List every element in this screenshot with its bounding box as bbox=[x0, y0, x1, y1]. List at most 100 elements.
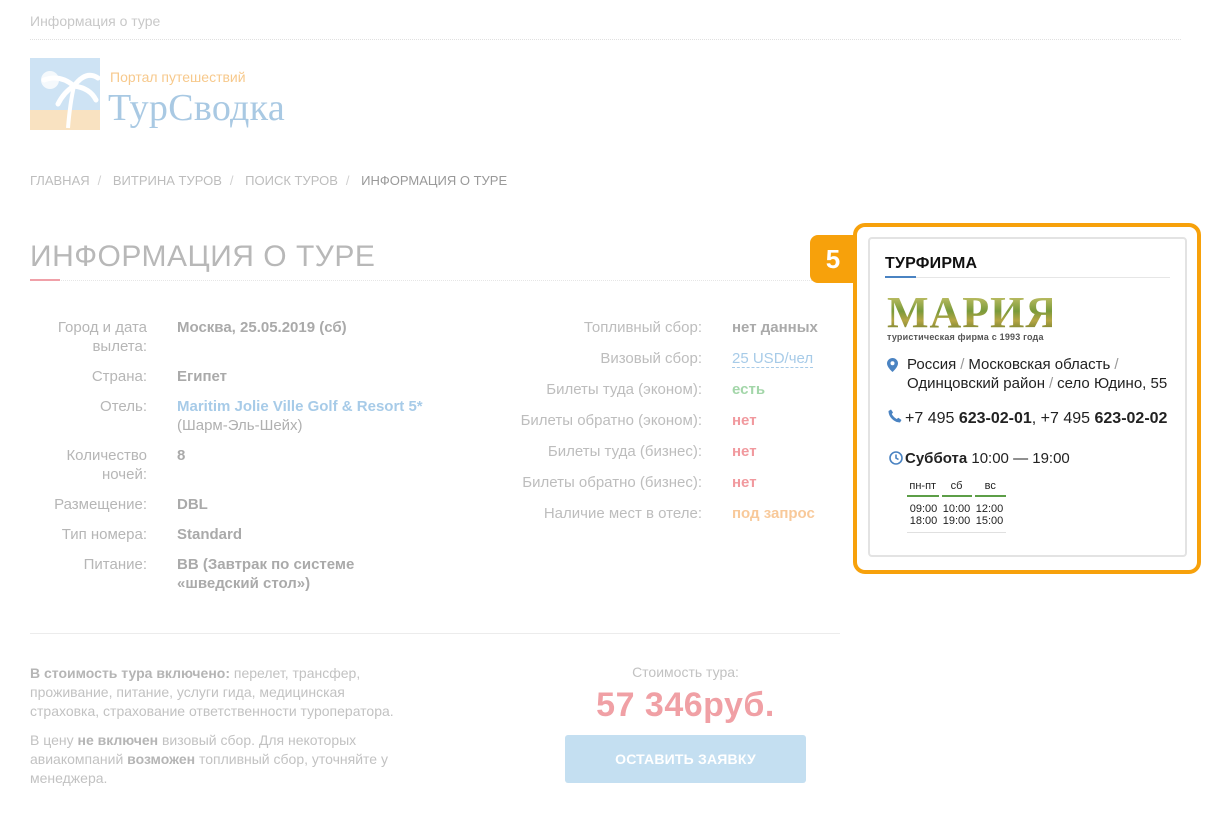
agency-logo[interactable]: МАРИЯ туристическая фирма с 1993 года bbox=[887, 288, 1059, 343]
phone-1-number[interactable]: 623-02-01 bbox=[959, 410, 1032, 427]
biz-back-label: Билеты обратно (бизнес): bbox=[522, 474, 702, 491]
meal-label: Питание: bbox=[83, 556, 147, 573]
site-logo[interactable]: Портал путешествий ТурСводка bbox=[30, 58, 330, 133]
title-divider bbox=[30, 280, 840, 281]
breadcrumb-separator: / bbox=[345, 173, 350, 188]
fuel-value: нет данных bbox=[732, 319, 818, 336]
step-badge: 5 bbox=[810, 235, 856, 283]
today-hours: 10:00 — 19:00 bbox=[971, 450, 1070, 467]
address-region: Московская область bbox=[968, 356, 1111, 373]
room-value: Standard bbox=[177, 526, 243, 543]
schedule-open: 12:00 bbox=[975, 503, 1004, 515]
hotel-row: Отель: Maritim Jolie Ville Golf & Resort… bbox=[30, 397, 510, 435]
biz-out-label: Билеты туда (бизнес): bbox=[547, 443, 702, 460]
schedule-day: вс bbox=[971, 476, 1006, 497]
excluded-prefix: В цену bbox=[30, 732, 78, 748]
schedule-open: 10:00 bbox=[942, 503, 971, 515]
room-label: Тип номера: bbox=[61, 526, 147, 543]
breadcrumb-home[interactable]: Главная bbox=[30, 173, 90, 188]
phone-1-prefix: +7 495 bbox=[905, 410, 959, 427]
possible-bold: возможен bbox=[127, 751, 196, 767]
breadcrumb: Главная / Витрина туров / Поиск туров / Инф… bbox=[30, 173, 513, 188]
schedule-day: сб bbox=[938, 476, 973, 497]
meal-row: Питание: BB (Завтрак по системе «шведски… bbox=[30, 555, 510, 593]
schedule-close: 19:00 bbox=[940, 515, 973, 533]
phone-icon bbox=[888, 409, 902, 423]
excluded-bold: не включен bbox=[77, 732, 159, 748]
breadcrumb-separator: / bbox=[229, 173, 234, 188]
included-label: В стоимость тура включено: bbox=[30, 665, 231, 681]
hotel-link[interactable]: Maritim Jolie Ville Golf & Resort 5* bbox=[177, 397, 423, 416]
room-row: Тип номера: Standard bbox=[30, 525, 510, 544]
price-block: Стоимость тура: 57 346руб. Оставить заяв… bbox=[565, 664, 806, 783]
placement-row: Размещение: DBL bbox=[30, 495, 510, 514]
phone-separator: , bbox=[1031, 410, 1041, 427]
breadcrumb-current: Информация о туре bbox=[361, 173, 508, 188]
placement-label: Размещение: bbox=[54, 496, 147, 513]
schedule-day: пн-пт bbox=[907, 476, 940, 497]
hotel-label: Отель: bbox=[100, 398, 147, 415]
nights-row: Количество ночей: 8 bbox=[30, 446, 510, 484]
tour-details: Город и дата вылета: Москва, 25.05.2019 … bbox=[30, 318, 510, 604]
agency-card-title: Турфирма bbox=[885, 255, 978, 272]
departure-row: Город и дата вылета: Москва, 25.05.2019 … bbox=[30, 318, 510, 356]
page-title: ИНФОРМАЦИЯ О ТУРЕ bbox=[30, 240, 376, 273]
top-page-title: Информация о туре bbox=[30, 13, 161, 29]
address-country: Россия bbox=[907, 356, 957, 373]
nights-label: Количество ночей: bbox=[66, 447, 147, 483]
hotel-avail-label: Наличие мест в отеле: bbox=[543, 505, 702, 522]
palm-logo-icon bbox=[30, 58, 100, 130]
country-label: Страна: bbox=[91, 368, 147, 385]
price-label: Стоимость тура: bbox=[632, 664, 739, 680]
address-separator: / bbox=[1114, 356, 1119, 373]
econ-out-value: есть bbox=[732, 381, 766, 398]
address-district: Одинцовский район bbox=[907, 375, 1045, 392]
hotel-avail-value: под запрос bbox=[732, 505, 815, 522]
logo-name: ТурСводка bbox=[108, 87, 286, 129]
biz-out-row: Билеты туда (бизнес): нет bbox=[480, 442, 840, 473]
logo-tagline: Портал путешествий bbox=[110, 69, 246, 85]
agency-phones: +7 495 623-02-01, +7 495 623-02-02 bbox=[887, 409, 1167, 428]
econ-back-label: Билеты обратно (эконом): bbox=[520, 412, 702, 429]
agency-logo-word: МАРИЯ bbox=[887, 288, 1059, 337]
biz-out-value: нет bbox=[732, 443, 757, 460]
schedule-close: 18:00 bbox=[907, 515, 940, 533]
location-pin-icon bbox=[887, 358, 898, 372]
address-locality: село Юдино, 55 bbox=[1057, 375, 1168, 392]
agency-today-hours: Суббота 10:00 — 19:00 bbox=[887, 450, 1070, 467]
today-day: Суббота bbox=[905, 450, 968, 467]
biz-back-row: Билеты обратно (бизнес): нет bbox=[480, 473, 840, 504]
card-title-accent bbox=[885, 276, 916, 278]
breadcrumb-separator: / bbox=[97, 173, 102, 188]
visa-label: Визовый сбор: bbox=[600, 350, 702, 367]
breadcrumb-showcase[interactable]: Витрина туров bbox=[113, 173, 222, 188]
biz-back-value: нет bbox=[732, 474, 757, 491]
departure-label: Город и дата вылета: bbox=[57, 319, 147, 355]
excluded-paragraph: В цену не включен визовый сбор. Для неко… bbox=[30, 731, 400, 788]
econ-out-label: Билеты туда (эконом): bbox=[546, 381, 702, 398]
econ-out-row: Билеты туда (эконом): есть bbox=[480, 380, 840, 411]
included-paragraph: В стоимость тура включено: перелет, тран… bbox=[30, 664, 400, 721]
country-row: Страна: Египет bbox=[30, 367, 510, 386]
clock-icon bbox=[889, 451, 903, 465]
schedule-close: 15:00 bbox=[973, 515, 1006, 533]
fuel-label: Топливный сбор: bbox=[583, 319, 702, 336]
agency-logo-subtitle: туристическая фирма с 1993 года bbox=[887, 332, 1044, 342]
submit-request-button[interactable]: Оставить заявку bbox=[565, 735, 806, 783]
included-info: В стоимость тура включено: перелет, тран… bbox=[30, 664, 400, 798]
phone-2-prefix: +7 495 bbox=[1040, 410, 1095, 427]
country-value: Египет bbox=[177, 368, 228, 385]
visa-fee-link[interactable]: 25 USD/чел bbox=[732, 350, 814, 368]
address-separator: / bbox=[1049, 375, 1054, 392]
phone-2-number[interactable]: 623-02-02 bbox=[1095, 410, 1168, 427]
meal-value: BB (Завтрак по системе «шведский стол») bbox=[177, 556, 355, 592]
fuel-row: Топливный сбор: нет данных bbox=[480, 318, 840, 349]
nights-value: 8 bbox=[177, 447, 186, 464]
hotel-location: (Шарм-Эль-Шейх) bbox=[177, 417, 303, 434]
hotel-value: Maritim Jolie Ville Golf & Resort 5* (Ша… bbox=[177, 397, 423, 435]
title-accent bbox=[30, 279, 60, 281]
extra-info: Топливный сбор: нет данных Визовый сбор:… bbox=[480, 318, 840, 535]
econ-back-row: Билеты обратно (эконом): нет bbox=[480, 411, 840, 442]
econ-back-value: нет bbox=[732, 412, 757, 429]
breadcrumb-search[interactable]: Поиск туров bbox=[245, 173, 338, 188]
